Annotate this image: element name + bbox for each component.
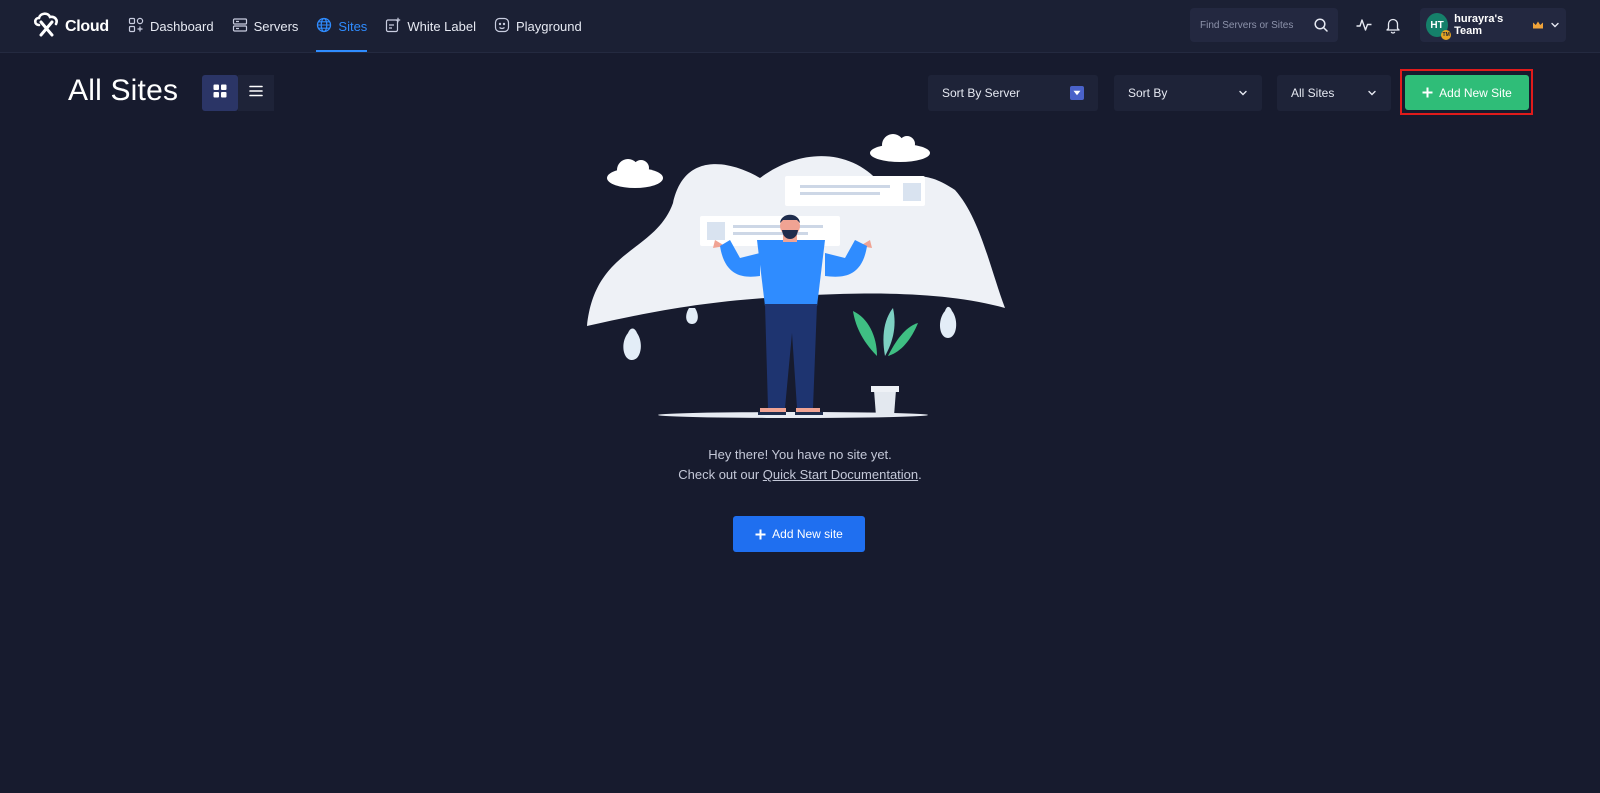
team-switcher[interactable]: HT TM hurayra's Team [1420, 8, 1566, 42]
globe-icon [316, 17, 332, 36]
plus-icon [1422, 87, 1433, 98]
chevron-down-icon [1238, 88, 1248, 98]
nav-playground[interactable]: Playground [494, 0, 582, 52]
dashboard-icon [128, 17, 144, 36]
nav-dashboard[interactable]: Dashboard [128, 0, 214, 52]
quick-start-documentation-link[interactable]: Quick Start Documentation [763, 467, 918, 482]
nav-sites[interactable]: Sites [316, 0, 367, 52]
search-input[interactable] [1200, 19, 1308, 31]
add-new-site-empty-button[interactable]: Add New site [733, 516, 865, 552]
playground-icon [494, 17, 510, 36]
bell-icon[interactable] [1384, 16, 1402, 34]
list-icon [249, 84, 263, 103]
add-new-site-label: Add New Site [1439, 85, 1512, 100]
activity-icon[interactable] [1355, 16, 1373, 34]
empty-state-message: Hey there! You have no site yet. [0, 447, 1600, 462]
empty-state-line1: Hey there! You have no site yet. [708, 447, 892, 462]
sort-by-server-select[interactable]: Sort By Server [928, 75, 1098, 111]
sort-by-label: Sort By [1128, 86, 1168, 100]
avatar-initials: HT [1430, 19, 1444, 31]
brand-name: Cloud [65, 17, 109, 35]
cloud-right [870, 134, 930, 162]
page-title: All Sites [68, 74, 179, 107]
sort-by-server-label: Sort By Server [942, 86, 1021, 100]
list-view-button[interactable] [238, 75, 274, 111]
x-cloud-logo-icon [32, 11, 62, 42]
team-name: hurayra's Team [1454, 13, 1504, 37]
avatar: HT TM [1426, 13, 1452, 40]
view-toggle [202, 75, 274, 111]
nav-playground-label: Playground [515, 18, 582, 34]
cloud-left [607, 159, 663, 188]
empty-state-line2-suffix: . [918, 467, 922, 482]
brand-logo[interactable]: Cloud [32, 11, 109, 42]
avatar-badge: TM [1441, 30, 1452, 40]
grid-view-button[interactable] [202, 75, 238, 111]
servers-icon [232, 17, 248, 36]
caret-down-icon [1070, 86, 1084, 100]
nav-white-label[interactable]: White Label [385, 0, 476, 52]
search-box [1190, 8, 1338, 42]
white-label-icon [385, 17, 401, 36]
nav-dashboard-label: Dashboard [150, 18, 214, 34]
chevron-down-icon [1367, 88, 1377, 98]
empty-state-line2-prefix: Check out our [678, 467, 763, 482]
main-nav: Dashboard Servers Sites White Label Play… [128, 0, 600, 52]
empty-state-line2: Check out our Quick Start Documentation. [0, 467, 1600, 482]
nav-servers-label: Servers [253, 18, 299, 34]
plus-icon [755, 529, 766, 540]
add-new-site-button[interactable]: Add New Site [1405, 75, 1529, 110]
search-icon[interactable] [1314, 18, 1328, 32]
top-navigation-bar: Cloud Dashboard Servers Sites White Labe… [0, 0, 1600, 53]
plant [853, 308, 918, 416]
empty-state-illustration [585, 128, 1015, 433]
nav-sites-label: Sites [338, 18, 368, 34]
chevron-down-icon [1550, 20, 1560, 30]
nav-servers[interactable]: Servers [232, 0, 299, 52]
grid-icon [213, 84, 227, 103]
all-sites-select[interactable]: All Sites [1277, 75, 1391, 111]
add-new-site-empty-label: Add New site [772, 527, 843, 541]
sort-by-select[interactable]: Sort By [1114, 75, 1262, 111]
all-sites-label: All Sites [1291, 86, 1335, 100]
nav-white-label-label: White Label [407, 18, 476, 34]
crown-icon [1532, 20, 1544, 30]
